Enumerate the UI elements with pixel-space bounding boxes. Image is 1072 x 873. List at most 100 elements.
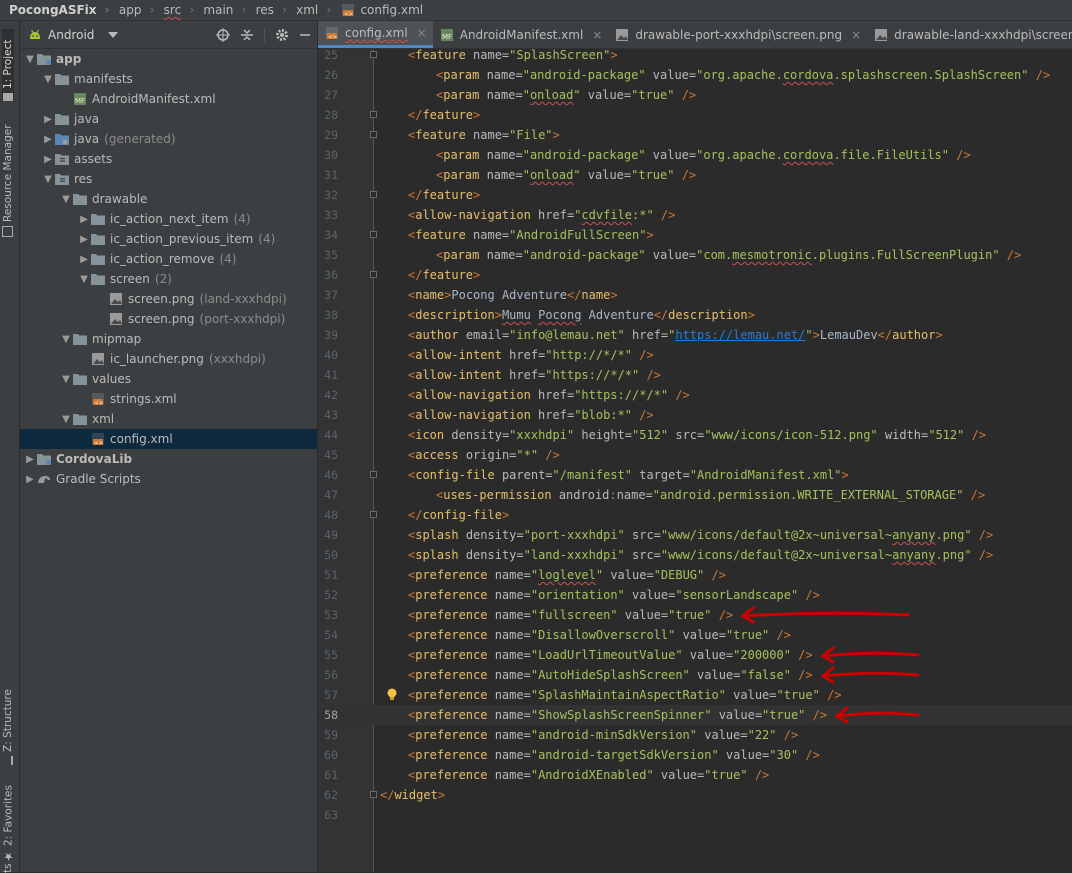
code-token: "AndroidManifest.xml"	[689, 468, 842, 482]
code-token: allow-intent	[415, 368, 502, 382]
code-token: />	[747, 768, 770, 782]
tree-node[interactable]: MF AndroidManifest.xml	[20, 89, 317, 109]
tree-node[interactable]: ▼ mipmap	[20, 329, 317, 349]
expand-arrow-icon[interactable]: ▼	[78, 274, 90, 285]
tree-node[interactable]: ic_launcher.png (xxxhdpi)	[20, 349, 317, 369]
tree-node[interactable]: ▼ manifests	[20, 69, 317, 89]
close-icon[interactable]: ×	[592, 28, 602, 42]
tree-node[interactable]: <> strings.xml	[20, 389, 317, 409]
tree-node[interactable]: ▼ res	[20, 169, 317, 189]
image-file-icon	[875, 28, 888, 41]
code-token: "30"	[769, 748, 799, 762]
collapse-all-icon[interactable]	[240, 28, 254, 42]
breadcrumb-item[interactable]: xml ›	[287, 3, 331, 18]
code-token: name=	[487, 728, 531, 742]
collapse-arrow-icon[interactable]: ▶	[42, 154, 54, 165]
collapse-arrow-icon[interactable]: ▶	[42, 134, 54, 145]
tree-node[interactable]: ▶ Gradle Scripts	[20, 469, 317, 489]
fold-marker-icon[interactable]	[370, 471, 377, 478]
code-line: 43 <allow-navigation href="blob:*" />	[318, 405, 1072, 425]
tree-node[interactable]: ▶ ic_action_remove (4)	[20, 249, 317, 269]
breadcrumb-item[interactable]: src ›	[155, 3, 195, 18]
fold-marker-icon[interactable]	[370, 791, 377, 798]
view-mode-dropdown[interactable]: Android	[28, 28, 119, 42]
code-text: <preference name="loglevel" value="DEBUG…	[408, 565, 726, 585]
expand-arrow-icon[interactable]: ▼	[60, 194, 72, 205]
fold-marker-icon[interactable]	[370, 51, 377, 58]
close-icon[interactable]: ×	[851, 28, 861, 42]
collapse-arrow-icon[interactable]: ▶	[78, 214, 90, 225]
truncated-tool-tab[interactable]: ts	[2, 859, 14, 873]
breadcrumb-item[interactable]: res ›	[247, 3, 288, 18]
code-token: />	[639, 368, 661, 382]
fold-marker-icon[interactable]	[370, 511, 377, 518]
project-tool-tab-label: 1: Project	[2, 39, 14, 89]
tree-node[interactable]: ▶ ic_action_next_item (4)	[20, 209, 317, 229]
code-area[interactable]: 25 <feature name="SplashScreen"> 26 <param …	[318, 48, 1072, 872]
tree-node[interactable]: screen.png (land-xxxhdpi)	[20, 289, 317, 309]
tree-node[interactable]: ▶ java (generated)	[20, 129, 317, 149]
tree-node[interactable]: ▶ CordovaLib	[20, 449, 317, 469]
expand-arrow-icon[interactable]: ▼	[60, 374, 72, 385]
collapse-arrow-icon[interactable]: ▶	[78, 234, 90, 245]
code-token[interactable]: https://lemau.net/	[675, 328, 805, 342]
code-token: uses-permission	[443, 488, 552, 502]
breadcrumb-item[interactable]: app ›	[110, 3, 155, 18]
resource-manager-tool-tab-label: Resource Manager	[2, 124, 14, 222]
code-line: 58 <preference name="ShowSplashScreenSpin…	[318, 705, 1072, 725]
code-token: preference	[415, 628, 488, 642]
tree-node[interactable]: ▼ xml	[20, 409, 317, 429]
expand-arrow-icon[interactable]: ▼	[42, 74, 54, 85]
tree-node[interactable]: ▼ drawable	[20, 189, 317, 209]
tree-node[interactable]: ▼ app	[20, 49, 317, 69]
breadcrumb-item[interactable]: main ›	[194, 3, 246, 18]
editor-tab[interactable]: drawable-land-xxxhdpi\screen.png×	[867, 21, 1072, 48]
collapse-arrow-icon[interactable]: ▶	[24, 454, 36, 465]
xml-file-icon: <>	[90, 432, 106, 446]
code-token: preference	[415, 608, 488, 622]
tree-node[interactable]: <> config.xml	[20, 429, 317, 449]
line-number: 35	[324, 248, 338, 262]
structure-tool-tab[interactable]: Z: Structure	[2, 669, 14, 765]
minimize-icon[interactable]	[299, 29, 311, 41]
tree-node[interactable]: screen.png (port-xxxhdpi)	[20, 309, 317, 329]
locate-icon[interactable]	[216, 27, 230, 42]
resource-manager-tool-tab[interactable]: Resource Manager	[2, 117, 14, 237]
breadcrumb-item[interactable]: PocongASFix ›	[0, 3, 110, 18]
tree-node[interactable]: ▶ ic_action_previous_item (4)	[20, 229, 317, 249]
fold-marker-icon[interactable]	[370, 111, 377, 118]
editor-tab[interactable]: drawable-port-xxxhdpi\screen.png ×	[608, 21, 867, 48]
gear-icon[interactable]	[275, 28, 289, 42]
fold-marker-icon[interactable]	[370, 131, 377, 138]
folder-icon	[72, 192, 88, 206]
tree-node[interactable]: ▶ assets	[20, 149, 317, 169]
fold-marker-icon[interactable]	[370, 271, 377, 278]
expand-arrow-icon[interactable]: ▼	[60, 334, 72, 345]
expand-arrow-icon[interactable]: ▼	[42, 174, 54, 185]
collapse-arrow-icon[interactable]: ▶	[42, 114, 54, 125]
expand-arrow-icon[interactable]: ▼	[60, 414, 72, 425]
image-file-icon	[108, 312, 124, 326]
expand-arrow-icon[interactable]: ▼	[24, 54, 36, 65]
tree-node[interactable]: ▶ java	[20, 109, 317, 129]
code-token: >	[473, 268, 481, 282]
code-token: >	[935, 328, 943, 342]
tree-node[interactable]: ▼ screen (2)	[20, 269, 317, 289]
tree-node[interactable]: ▼ values	[20, 369, 317, 389]
fold-marker-icon[interactable]	[370, 191, 377, 198]
collapse-arrow-icon[interactable]: ▶	[78, 254, 90, 265]
project-tree: ▼ app ▼ manifests MF AndroidManifest.xml ▶ java…	[20, 49, 317, 489]
breadcrumb-item[interactable]: <> config.xml	[331, 3, 423, 17]
favorites-tool-tab[interactable]: ★ 2: Favorites	[2, 767, 15, 863]
project-tool-tab[interactable]: 1: Project	[2, 29, 14, 101]
breadcrumb-label: main	[203, 3, 234, 17]
fold-marker-icon[interactable]	[370, 231, 377, 238]
editor-tab[interactable]: <> config.xml ×	[318, 21, 433, 48]
tree-node-label: drawable	[92, 192, 148, 206]
module-folder-icon	[37, 454, 51, 465]
code-token: >	[610, 288, 618, 302]
collapse-arrow-icon[interactable]: ▶	[24, 474, 36, 485]
close-icon[interactable]: ×	[417, 26, 427, 40]
code-token: name=	[487, 588, 531, 602]
editor-tab[interactable]: MF AndroidManifest.xml ×	[433, 21, 609, 48]
